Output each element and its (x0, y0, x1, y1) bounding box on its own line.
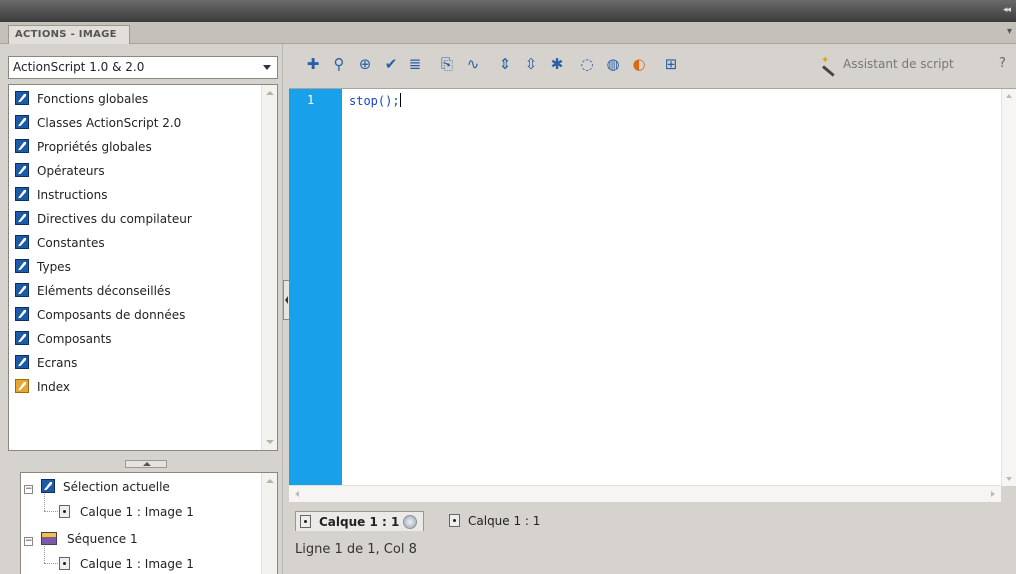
book-icon (15, 259, 29, 273)
show-hide-toolbox-icon[interactable]: ⊞ (661, 54, 681, 74)
script-navigator[interactable]: − Sélection actuelle Calque 1 : Image 1 −… (20, 472, 278, 574)
collapse-icon[interactable]: − (24, 537, 33, 546)
book-icon (41, 479, 55, 493)
book-icon (15, 331, 29, 345)
frame-icon (300, 515, 311, 528)
panel-menu-icon[interactable]: ▾ (1007, 26, 1012, 37)
toolbox-item-classes[interactable]: Classes ActionScript 2.0 (15, 112, 181, 134)
cursor-position-status: Ligne 1 de 1, Col 8 (295, 542, 417, 557)
toolbox-item-operateurs[interactable]: Opérateurs (15, 160, 105, 182)
scroll-down-icon[interactable] (266, 440, 274, 444)
toolbox-navigator-splitter[interactable] (125, 460, 167, 468)
code-line[interactable]: stop(); (349, 93, 401, 108)
editor-horizontal-scrollbar[interactable] (289, 485, 1001, 502)
collapse-panel-icon[interactable]: ◂◂ (1003, 5, 1011, 15)
script-assist-button[interactable]: Assistant de script (821, 51, 954, 74)
remove-comment-icon[interactable]: ◐ (629, 54, 649, 74)
show-code-hint-icon[interactable]: ⎘ (437, 54, 457, 74)
toolbox-item-deconseilles[interactable]: Eléments déconseillés (15, 280, 171, 302)
panel-divider[interactable] (282, 44, 290, 574)
index-book-icon (15, 379, 29, 393)
scroll-up-icon[interactable] (266, 479, 274, 483)
auto-format-icon[interactable]: ≣ (405, 54, 425, 74)
toolbox-item-proprietes[interactable]: Propriétés globales (15, 136, 152, 158)
actions-toolbar: ✚ ⚲ ⊕ ✔ ≣ ⎘ ∿ ⇕ ⇳ ✱ ◌ ◍ ◐ ⊞ Assistant de… (289, 44, 1016, 86)
frame-icon (59, 505, 70, 518)
toolbox-item-composants-donnees[interactable]: Composants de données (15, 304, 185, 326)
navigator-scene-frame[interactable]: Calque 1 : Image 1 (59, 554, 194, 574)
line-number: 1 (307, 93, 315, 107)
navigator-current-selection[interactable]: − Sélection actuelle (24, 477, 170, 497)
book-icon (15, 115, 29, 129)
book-icon (15, 91, 29, 105)
insert-target-path-icon[interactable]: ⊕ (355, 54, 375, 74)
scroll-down-icon[interactable] (1006, 477, 1012, 481)
frame-icon (59, 557, 70, 570)
toolbox-scrollbar[interactable] (261, 85, 277, 450)
panel-title-bar[interactable]: ◂◂ (0, 0, 1016, 22)
book-icon (15, 187, 29, 201)
expand-all-icon[interactable]: ✱ (547, 54, 567, 74)
actions-toolbox-list[interactable]: Fonctions globales Classes ActionScript … (8, 84, 278, 451)
book-icon (15, 163, 29, 177)
magic-wand-icon (821, 51, 837, 71)
panel-tab-row: ACTIONS - IMAGE ▾ (0, 22, 1016, 44)
frame-icon (449, 514, 460, 527)
book-icon (15, 211, 29, 225)
book-icon (15, 355, 29, 369)
script-tab-active[interactable]: Calque 1 : 1 (295, 511, 425, 531)
script-editor[interactable]: 1 stop(); (289, 88, 1016, 486)
line-number-gutter: 1 (289, 89, 342, 486)
toolbox-item-directives[interactable]: Directives du compilateur (15, 208, 192, 230)
scroll-right-icon[interactable] (991, 491, 995, 497)
add-item-icon[interactable]: ✚ (303, 54, 323, 74)
script-tab-current[interactable]: Calque 1 : 1 (445, 511, 546, 531)
collapse-icon[interactable]: − (24, 485, 33, 494)
tab-actions-image[interactable]: ACTIONS - IMAGE (8, 25, 130, 44)
help-icon[interactable]: ? (999, 54, 1006, 74)
scroll-up-icon[interactable] (266, 91, 274, 95)
navigator-scrollbar[interactable] (261, 473, 277, 574)
toolbox-item-instructions[interactable]: Instructions (15, 184, 107, 206)
apply-line-comment-icon[interactable]: ◍ (603, 54, 623, 74)
actions-toolbox-column: ActionScript 1.0 & 2.0 Fonctions globale… (0, 44, 282, 574)
pin-script-icon[interactable] (403, 515, 418, 529)
text-caret (399, 93, 401, 107)
toolbox-item-composants[interactable]: Composants (15, 328, 112, 350)
collapse-selection-icon[interactable]: ⇳ (521, 54, 541, 74)
actionscript-version-value: ActionScript 1.0 & 2.0 (13, 60, 145, 74)
scroll-up-icon[interactable] (1006, 94, 1012, 98)
collapse-between-braces-icon[interactable]: ⇕ (495, 54, 515, 74)
editor-vertical-scrollbar[interactable] (1001, 89, 1016, 486)
scene-clapper-icon (41, 532, 57, 545)
book-icon (15, 235, 29, 249)
check-syntax-icon[interactable]: ✔ (381, 54, 401, 74)
script-pane: ✚ ⚲ ⊕ ✔ ≣ ⎘ ∿ ⇕ ⇳ ✱ ◌ ◍ ◐ ⊞ Assistant de… (289, 44, 1016, 574)
book-icon (15, 283, 29, 297)
book-icon (15, 139, 29, 153)
apply-block-comment-icon[interactable]: ◌ (577, 54, 597, 74)
debug-options-icon[interactable]: ∿ (463, 54, 483, 74)
navigator-current-frame[interactable]: Calque 1 : Image 1 (59, 502, 194, 522)
toolbox-item-ecrans[interactable]: Ecrans (15, 352, 77, 374)
navigator-scene[interactable]: − Séquence 1 (24, 529, 138, 549)
chevron-down-icon (263, 65, 271, 70)
toolbox-item-constantes[interactable]: Constantes (15, 232, 105, 254)
toolbox-item-index[interactable]: Index (15, 376, 70, 398)
toolbox-item-types[interactable]: Types (15, 256, 71, 278)
code-text: stop(); (349, 94, 400, 108)
book-icon (15, 307, 29, 321)
toolbox-item-fonctions-globales[interactable]: Fonctions globales (15, 88, 148, 110)
scroll-left-icon[interactable] (295, 491, 299, 497)
script-tabs: Calque 1 : 1 Calque 1 : 1 (289, 506, 1016, 532)
find-icon[interactable]: ⚲ (329, 54, 349, 74)
actionscript-version-select[interactable]: ActionScript 1.0 & 2.0 (8, 56, 278, 79)
